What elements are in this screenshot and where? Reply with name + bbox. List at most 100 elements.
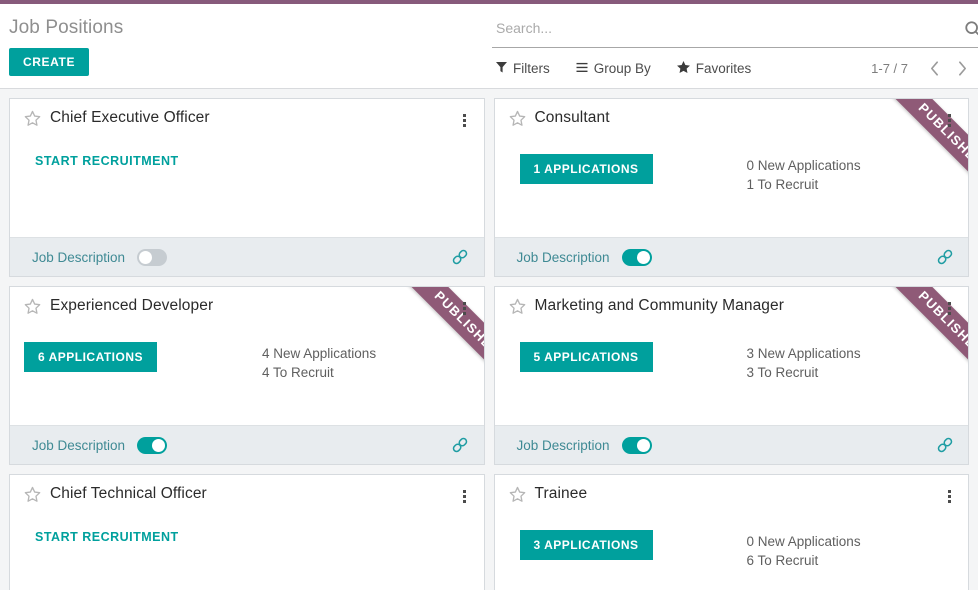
new-applications-count: 0 New Applications <box>746 157 861 173</box>
star-outline-icon[interactable] <box>509 486 526 503</box>
job-position-card[interactable]: PUBLISHED Consultant 1 APPLICATIONS 0 Ne… <box>493 98 969 277</box>
to-recruit-count: 1 To Recruit <box>746 176 819 192</box>
card-footer: Job Description <box>494 237 968 276</box>
control-panel-left: Job Positions CREATE <box>9 4 479 76</box>
vertical-ellipsis-icon[interactable] <box>458 111 472 129</box>
job-position-card[interactable]: Trainee 3 APPLICATIONS 0 New Application… <box>493 474 969 590</box>
search-icon[interactable] <box>964 20 978 38</box>
to-recruit-count: 6 To Recruit <box>746 552 819 568</box>
vertical-ellipsis-icon[interactable] <box>458 487 472 505</box>
card-title: Trainee <box>534 485 588 502</box>
recruitment-stats: 0 New Applications 6 To Recruit <box>747 530 861 570</box>
search-input[interactable] <box>492 19 978 42</box>
applications-button[interactable]: 5 APPLICATIONS <box>519 341 653 372</box>
new-applications-count: 0 New Applications <box>746 533 861 549</box>
card-title: Consultant <box>534 109 610 126</box>
job-description-toggle[interactable] <box>621 436 652 454</box>
job-description-label: Job Description <box>32 249 126 265</box>
star-outline-icon[interactable] <box>509 298 526 315</box>
card-body: Chief Technical Officer START RECRUITMEN… <box>10 475 484 590</box>
control-panel: Job Positions CREATE Filters <box>0 4 978 89</box>
card-title: Marketing and Community Manager <box>534 297 784 314</box>
job-description-toggle[interactable] <box>621 248 652 266</box>
job-position-card[interactable]: Chief Technical Officer START RECRUITMEN… <box>9 474 485 590</box>
card-header: Experienced Developer <box>24 297 470 316</box>
favorites-label: Favorites <box>695 60 752 76</box>
kanban-grid: Chief Executive Officer START RECRUITMEN… <box>0 89 978 590</box>
job-description-toggle[interactable] <box>137 436 168 454</box>
new-applications-count: 3 New Applications <box>746 345 861 361</box>
job-position-card[interactable]: PUBLISHED Marketing and Community Manage… <box>493 286 969 465</box>
create-button[interactable]: CREATE <box>9 48 90 76</box>
vertical-ellipsis-icon[interactable] <box>942 111 956 129</box>
applications-column: 6 APPLICATIONS <box>24 341 262 372</box>
card-footer: Job Description <box>10 425 484 464</box>
star-outline-icon[interactable] <box>24 298 41 315</box>
applications-button[interactable]: 1 APPLICATIONS <box>519 153 653 184</box>
card-stats-row: 3 APPLICATIONS 0 New Applications 6 To R… <box>509 529 955 570</box>
card-title: Chief Executive Officer <box>50 109 210 126</box>
card-body: Consultant 1 APPLICATIONS 0 New Applicat… <box>495 99 969 237</box>
control-panel-right: Filters Group By Favor <box>492 4 978 88</box>
job-description-toggle[interactable] <box>137 248 168 266</box>
group-by-label: Group By <box>593 60 651 76</box>
job-position-card[interactable]: Chief Executive Officer START RECRUITMEN… <box>9 98 485 277</box>
chain-link-icon[interactable] <box>935 248 954 267</box>
pager: 1-7 / 7 <box>871 56 974 80</box>
card-stats-row: 6 APPLICATIONS 4 New Applications 4 To R… <box>24 341 470 382</box>
job-description-label: Job Description <box>516 249 610 265</box>
job-description-label: Job Description <box>516 437 610 453</box>
recruitment-stats: 3 New Applications 3 To Recruit <box>747 342 861 382</box>
card-footer: Job Description <box>10 237 484 276</box>
card-header: Marketing and Community Manager <box>509 297 955 316</box>
filters-label: Filters <box>513 60 550 76</box>
breadcrumb: Job Positions <box>9 17 124 38</box>
chevron-right-icon <box>958 60 966 76</box>
pager-next-button[interactable] <box>950 56 974 80</box>
chain-link-icon[interactable] <box>935 436 954 455</box>
start-recruitment-link[interactable]: START RECRUITMENT <box>35 154 179 168</box>
filters-menu[interactable]: Filters <box>496 61 550 76</box>
card-body: Marketing and Community Manager 5 APPLIC… <box>495 287 969 425</box>
recruitment-stats: 4 New Applications 4 To Recruit <box>262 342 376 382</box>
vertical-ellipsis-icon[interactable] <box>942 299 956 317</box>
star-outline-icon[interactable] <box>24 486 41 503</box>
vertical-ellipsis-icon[interactable] <box>942 487 956 505</box>
star-outline-icon[interactable] <box>24 110 41 127</box>
start-recruitment-link[interactable]: START RECRUITMENT <box>35 530 179 544</box>
card-header: Chief Executive Officer <box>24 109 470 128</box>
recruitment-stats: 0 New Applications 1 To Recruit <box>747 154 861 194</box>
card-body: Experienced Developer 6 APPLICATIONS 4 N… <box>10 287 484 425</box>
star-filled-icon <box>676 61 690 75</box>
card-stats-row: 5 APPLICATIONS 3 New Applications 3 To R… <box>509 341 955 382</box>
applications-button[interactable]: 6 APPLICATIONS <box>24 341 158 372</box>
chevron-left-icon <box>930 60 938 76</box>
pager-previous-button[interactable] <box>922 56 946 80</box>
to-recruit-count: 4 To Recruit <box>262 364 334 380</box>
applications-button[interactable]: 3 APPLICATIONS <box>519 529 653 560</box>
card-title: Chief Technical Officer <box>50 485 207 502</box>
card-body: Chief Executive Officer START RECRUITMEN… <box>10 99 484 237</box>
pager-count: 1-7 / 7 <box>871 60 908 76</box>
filter-row: Filters Group By Favorites 1-7 / 7 <box>492 48 978 88</box>
search-bar[interactable] <box>492 14 978 48</box>
chain-link-icon[interactable] <box>451 248 470 267</box>
toggle-knob <box>636 250 650 264</box>
toggle-knob <box>139 250 153 264</box>
star-outline-icon[interactable] <box>509 110 526 127</box>
toggle-knob <box>152 438 166 452</box>
card-header: Chief Technical Officer <box>24 485 470 504</box>
new-applications-count: 4 New Applications <box>262 345 377 361</box>
applications-column: 3 APPLICATIONS <box>509 529 747 560</box>
card-footer: Job Description <box>494 425 968 464</box>
favorites-menu[interactable]: Favorites <box>676 60 752 76</box>
group-by-menu[interactable]: Group By <box>576 61 651 76</box>
chain-link-icon[interactable] <box>451 436 470 455</box>
to-recruit-count: 3 To Recruit <box>746 364 819 380</box>
card-header: Consultant <box>509 109 955 128</box>
hamburger-lines-icon <box>576 62 588 75</box>
job-description-label: Job Description <box>32 437 126 453</box>
vertical-ellipsis-icon[interactable] <box>458 299 472 317</box>
job-position-card[interactable]: PUBLISHED Experienced Developer 6 APPLIC… <box>9 286 485 465</box>
filter-funnel-icon <box>496 61 507 75</box>
